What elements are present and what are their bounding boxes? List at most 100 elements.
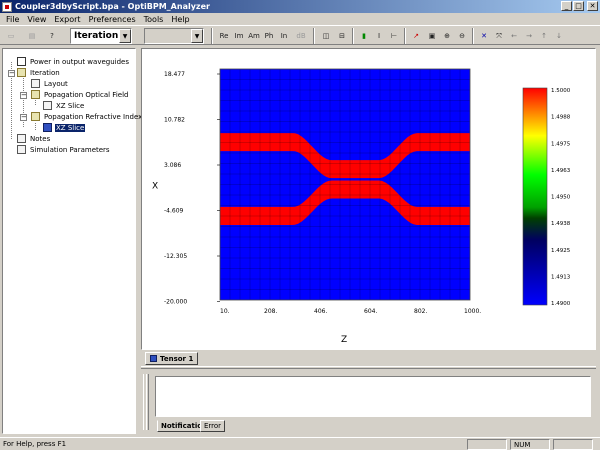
folder-icon: [17, 68, 26, 77]
imaginary-part-button[interactable]: Im: [231, 28, 247, 44]
notification-text-area[interactable]: [155, 376, 591, 417]
y-tick-label: -20.000: [164, 299, 187, 306]
zoom-in-icon[interactable]: ⊕: [439, 28, 455, 44]
y-tick-label: -12.305: [164, 253, 187, 260]
x-tick-label: 10.: [220, 308, 230, 315]
colorbar-tick-label: 1.4950: [551, 195, 571, 201]
open-icon[interactable]: ▭: [3, 28, 19, 44]
tree-item-optical-field[interactable]: Popagation Optical Field: [31, 89, 129, 100]
x-tick-label: 802.: [414, 308, 427, 315]
app-icon[interactable]: [2, 1, 12, 12]
amplitude-button[interactable]: Am: [246, 28, 262, 44]
colorbar-tick-label: 1.4925: [551, 248, 571, 254]
phase-button[interactable]: Ph: [261, 28, 277, 44]
iteration-select[interactable]: Iteration 3 ▼: [70, 28, 132, 44]
chevron-down-icon[interactable]: ▼: [191, 29, 203, 43]
y-tick-label: 18.477: [164, 71, 185, 78]
maximize-button[interactable]: □: [573, 1, 584, 11]
y-tick-label: 3.086: [164, 162, 181, 169]
marker-icon[interactable]: ↗: [408, 28, 424, 44]
colorbar: [522, 87, 548, 306]
colormap-icon[interactable]: ▮: [356, 28, 372, 44]
zoom-box-icon[interactable]: ▣: [424, 28, 440, 44]
arrow-right-icon[interactable]: →: [521, 28, 537, 44]
x-tick-label: 604.: [364, 308, 377, 315]
collapse-icon[interactable]: −: [20, 114, 27, 121]
split-vertical-icon[interactable]: ◫: [318, 28, 334, 44]
status-num: NUM: [510, 439, 550, 450]
arrow-down-icon[interactable]: ↓: [551, 28, 567, 44]
fullscreen-icon[interactable]: ⤧: [491, 28, 507, 44]
menu-help[interactable]: Help: [167, 15, 193, 24]
chart-icon: [17, 57, 26, 66]
colorbar-tick-label: 1.4900: [551, 301, 571, 307]
tree-item-power[interactable]: Power in output waveguides: [17, 56, 130, 67]
folder-icon: [31, 90, 40, 99]
menu-preferences[interactable]: Preferences: [85, 15, 140, 24]
menu-view[interactable]: View: [23, 15, 50, 24]
x-tick-label: 1000.: [464, 308, 481, 315]
x-axis-label: Z: [341, 335, 347, 345]
colorbar-tick-label: 1.4975: [551, 141, 571, 147]
toolbar: ▭ ▤ ? Iteration 3 ▼ ▼ Re Im Am Ph In dB …: [0, 25, 600, 45]
fit-icon[interactable]: ✕: [476, 28, 492, 44]
slice-select[interactable]: ▼: [144, 28, 204, 44]
collapse-icon[interactable]: −: [8, 70, 15, 77]
y-tick-label: -4.609: [164, 208, 184, 215]
print-icon[interactable]: ▤: [24, 28, 40, 44]
document-tabs: Tensor 1: [141, 351, 596, 365]
params-icon: [17, 145, 26, 154]
zoom-out-icon[interactable]: ⊖: [454, 28, 470, 44]
x-tick-label: 406.: [314, 308, 327, 315]
arrow-left-icon[interactable]: ←: [506, 28, 522, 44]
tensor-icon: [150, 355, 157, 362]
colorbar-tick-label: 1.4963: [551, 168, 571, 174]
real-part-button[interactable]: Re: [216, 28, 232, 44]
tree-item-xz-slice-index[interactable]: XZ Slice: [43, 122, 86, 133]
tree-item-layout[interactable]: Layout: [31, 78, 69, 89]
tree-item-sim-params[interactable]: Simulation Parameters: [17, 144, 111, 155]
heatmap-chart[interactable]: 18.477 10.782 3.086 -4.609 -12.305 -20.000 10.…: [142, 49, 595, 349]
title-bar[interactable]: Coupler3dbyScript.bpa - OptiBPM_Analyzer…: [0, 0, 600, 13]
tree-item-iteration[interactable]: Iteration: [17, 67, 61, 78]
collapse-icon[interactable]: −: [20, 92, 27, 99]
colorbar-tick-label: 1.4988: [551, 115, 571, 121]
tab-tensor-1[interactable]: Tensor 1: [145, 352, 199, 365]
split-horizontal-icon[interactable]: ⊟: [334, 28, 350, 44]
z-cut-icon[interactable]: ⊢: [386, 28, 402, 44]
layout-icon: [31, 79, 40, 88]
colorbar-tick-label: 1.5000: [551, 88, 571, 94]
grid-icon: [43, 123, 52, 132]
colorbar-tick-label: 1.4913: [551, 274, 571, 280]
y-axis-label: X: [152, 182, 158, 192]
window-title: Coupler3dbyScript.bpa - OptiBPM_Analyzer: [15, 2, 210, 11]
status-message: For Help, press F1: [3, 440, 67, 448]
close-button[interactable]: ✕: [587, 1, 598, 11]
menu-tools[interactable]: Tools: [140, 15, 168, 24]
x-cut-icon[interactable]: Ⅰ: [371, 28, 387, 44]
menu-export[interactable]: Export: [50, 15, 84, 24]
y-tick-label: 10.782: [164, 117, 185, 124]
panel-grip[interactable]: [146, 374, 149, 430]
project-tree[interactable]: Power in output waveguides − Iteration L…: [2, 48, 142, 434]
db-button[interactable]: dB: [293, 28, 309, 44]
plot-view[interactable]: 18.477 10.782 3.086 -4.609 -12.305 -20.000 10.…: [141, 48, 596, 350]
tab-error[interactable]: Error: [200, 420, 226, 432]
intensity-button[interactable]: In: [276, 28, 292, 44]
app-window: Coupler3dbyScript.bpa - OptiBPM_Analyzer…: [0, 0, 600, 450]
tree-item-refractive-index[interactable]: Popagation Refractive Index: [31, 111, 143, 122]
arrow-up-icon[interactable]: ↑: [536, 28, 552, 44]
menu-file[interactable]: File: [2, 15, 23, 24]
colorbar-tick-label: 1.4938: [551, 221, 571, 227]
notes-icon: [17, 134, 26, 143]
help-icon[interactable]: ?: [44, 28, 60, 44]
menu-bar: File View Export Preferences Tools Help: [0, 13, 600, 25]
panel-splitter[interactable]: [141, 366, 596, 369]
status-cell-3: [553, 439, 593, 450]
chevron-down-icon[interactable]: ▼: [119, 29, 131, 43]
tree-item-notes[interactable]: Notes: [17, 133, 51, 144]
x-tick-label: 208.: [264, 308, 277, 315]
tree-item-xz-slice-field[interactable]: XZ Slice: [43, 100, 85, 111]
minimize-button[interactable]: _: [561, 1, 572, 11]
folder-icon: [31, 112, 40, 121]
